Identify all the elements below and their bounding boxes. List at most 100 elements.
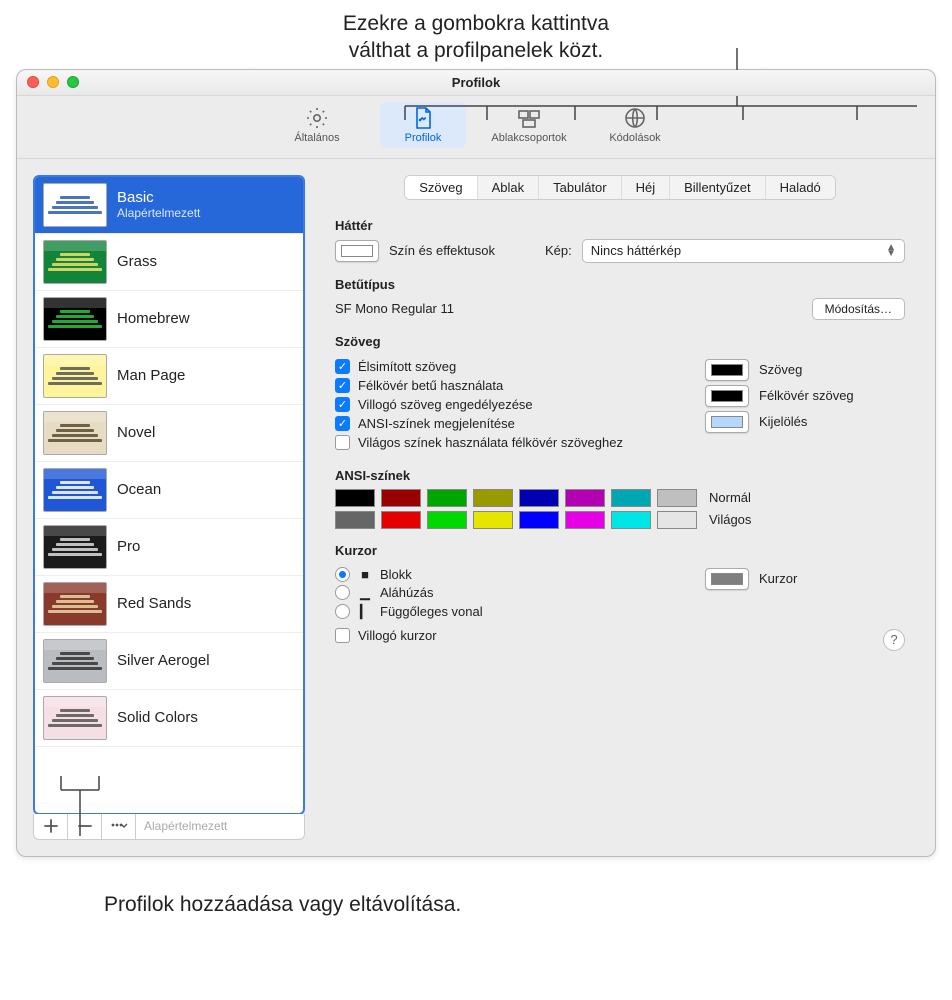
ansi-swatch[interactable] xyxy=(519,511,559,529)
main-panel: SzövegAblakTabulátorHéjBillentyűzetHalad… xyxy=(321,175,919,840)
toolbar-label: Általános xyxy=(274,132,360,144)
ansi-swatch[interactable] xyxy=(473,489,513,507)
profile-tabs: SzövegAblakTabulátorHéjBillentyűzetHalad… xyxy=(404,175,836,200)
checkbox[interactable]: ✓ xyxy=(335,378,350,393)
radio-button[interactable] xyxy=(335,604,350,619)
ansi-swatch[interactable] xyxy=(381,511,421,529)
toolbar-profiles[interactable]: Profilok xyxy=(380,102,466,148)
profile-item-silver-aerogel[interactable]: Silver Aerogel xyxy=(35,633,303,690)
profile-item-basic[interactable]: BasicAlapértelmezett xyxy=(35,177,303,234)
checkbox[interactable] xyxy=(335,628,350,643)
tab-billentyűzet[interactable]: Billentyűzet xyxy=(670,176,765,199)
section-background: Háttér xyxy=(335,218,905,233)
callout-top: Ezekre a gombokra kattintva válthat a pr… xyxy=(0,0,952,69)
ansi-swatch[interactable] xyxy=(611,511,651,529)
window-title: Profilok xyxy=(27,75,925,90)
ansi-swatch[interactable] xyxy=(335,511,375,529)
ansi-row-label: Világos xyxy=(709,512,751,527)
check-row: ✓ANSI-színek megjelenítése xyxy=(335,416,681,431)
cursor-glyph-icon: ■ xyxy=(358,567,372,582)
checkbox-label: Élsimított szöveg xyxy=(358,359,456,374)
toolbar-general[interactable]: Általános xyxy=(274,102,360,148)
cursor-color-label: Kurzor xyxy=(759,571,797,586)
profile-name: Solid Colors xyxy=(117,709,198,726)
tab-ablak[interactable]: Ablak xyxy=(478,176,540,199)
cursor-options: ■Blokk▁Aláhúzás▎Függőleges vonalVillogó … xyxy=(335,564,681,647)
profile-thumbnail xyxy=(43,354,107,398)
profile-item-novel[interactable]: Novel xyxy=(35,405,303,462)
checkbox[interactable] xyxy=(335,435,350,450)
ansi-swatch[interactable] xyxy=(335,489,375,507)
profile-thumbnail xyxy=(43,582,107,626)
zoom-window-button[interactable] xyxy=(67,76,79,88)
ansi-swatch[interactable] xyxy=(611,489,651,507)
checkbox-label: Világos színek használata félkövér szöve… xyxy=(358,435,623,450)
profile-item-man-page[interactable]: Man Page xyxy=(35,348,303,405)
ansi-normal-row: Normál xyxy=(335,489,905,507)
background-color-button[interactable] xyxy=(335,240,379,262)
radio-label: Blokk xyxy=(380,567,412,582)
profile-item-solid-colors[interactable]: Solid Colors xyxy=(35,690,303,747)
checkbox-label: Villogó kurzor xyxy=(358,628,437,643)
checkbox[interactable]: ✓ xyxy=(335,359,350,374)
cursor-color-button[interactable] xyxy=(705,568,749,590)
profile-name: Grass xyxy=(117,253,157,270)
tab-héj[interactable]: Héj xyxy=(622,176,671,199)
ansi-swatch[interactable] xyxy=(473,511,513,529)
profile-label: Ocean xyxy=(117,481,161,498)
profile-list[interactable]: BasicAlapértelmezett Grass Homebrew Man Pag… xyxy=(33,175,305,815)
checkbox[interactable]: ✓ xyxy=(335,416,350,431)
profile-item-pro[interactable]: Pro xyxy=(35,519,303,576)
close-window-button[interactable] xyxy=(27,76,39,88)
profile-item-red-sands[interactable]: Red Sands xyxy=(35,576,303,633)
remove-profile-button[interactable] xyxy=(68,814,102,839)
text-checkboxes: ✓Élsimított szöveg✓Félkövér betű használ… xyxy=(335,355,681,454)
profile-name: Homebrew xyxy=(117,310,190,327)
callout-text-1: Ezekre a gombokra kattintva xyxy=(343,12,609,35)
help-button[interactable]: ? xyxy=(883,629,905,651)
radio-label: Aláhúzás xyxy=(380,585,433,600)
set-default-button[interactable]: Alapértelmezett xyxy=(136,814,304,839)
swatch-label: Szöveg xyxy=(759,362,802,377)
ansi-swatch[interactable] xyxy=(657,511,697,529)
ansi-swatch[interactable] xyxy=(565,511,605,529)
ansi-swatch[interactable] xyxy=(657,489,697,507)
toolbar-encodings[interactable]: Kódolások xyxy=(592,102,678,148)
color-swatch-button[interactable] xyxy=(705,411,749,433)
minimize-window-button[interactable] xyxy=(47,76,59,88)
checkbox[interactable]: ✓ xyxy=(335,397,350,412)
tab-tabulátor[interactable]: Tabulátor xyxy=(539,176,621,199)
color-swatch-button[interactable] xyxy=(705,359,749,381)
cursor-option: ■ Blokk xyxy=(335,567,681,582)
background-color-label: Szín és effektusok xyxy=(389,243,495,258)
tab-haladó[interactable]: Haladó xyxy=(766,176,835,199)
toolbar-window-groups[interactable]: Ablakcsoportok xyxy=(486,102,572,148)
profile-thumbnail xyxy=(43,468,107,512)
profile-subtitle: Alapértelmezett xyxy=(117,206,200,220)
content: BasicAlapértelmezettGrassHomebrewMan Pag… xyxy=(17,159,935,856)
cursor-option: ▎Függőleges vonal xyxy=(335,604,681,620)
profile-item-ocean[interactable]: Ocean xyxy=(35,462,303,519)
profile-actions-button[interactable] xyxy=(102,814,136,839)
tab-szöveg[interactable]: Szöveg xyxy=(405,176,477,199)
profile-thumbnail xyxy=(43,411,107,455)
preferences-window: Profilok Általános Profilok Ablakcsoport… xyxy=(16,69,936,857)
profile-name: Red Sands xyxy=(117,595,191,612)
profile-item-grass[interactable]: Grass xyxy=(35,234,303,291)
profile-item-homebrew[interactable]: Homebrew xyxy=(35,291,303,348)
ansi-swatch[interactable] xyxy=(427,511,467,529)
text-color-swatches: SzövegFélkövér szövegKijelölés xyxy=(705,355,905,437)
add-profile-button[interactable] xyxy=(34,814,68,839)
radio-button[interactable] xyxy=(335,585,350,600)
change-font-button[interactable]: Módosítás… xyxy=(812,298,905,320)
ansi-swatch[interactable] xyxy=(565,489,605,507)
ansi-row-label: Normál xyxy=(709,490,751,505)
ansi-swatch[interactable] xyxy=(381,489,421,507)
ansi-swatch[interactable] xyxy=(519,489,559,507)
color-swatch-button[interactable] xyxy=(705,385,749,407)
ansi-swatch[interactable] xyxy=(427,489,467,507)
background-image-label: Kép: xyxy=(545,243,572,258)
profile-name: Basic xyxy=(117,189,200,206)
background-image-select[interactable]: Nincs háttérkép ▲▼ xyxy=(582,239,905,263)
radio-button[interactable] xyxy=(335,567,350,582)
